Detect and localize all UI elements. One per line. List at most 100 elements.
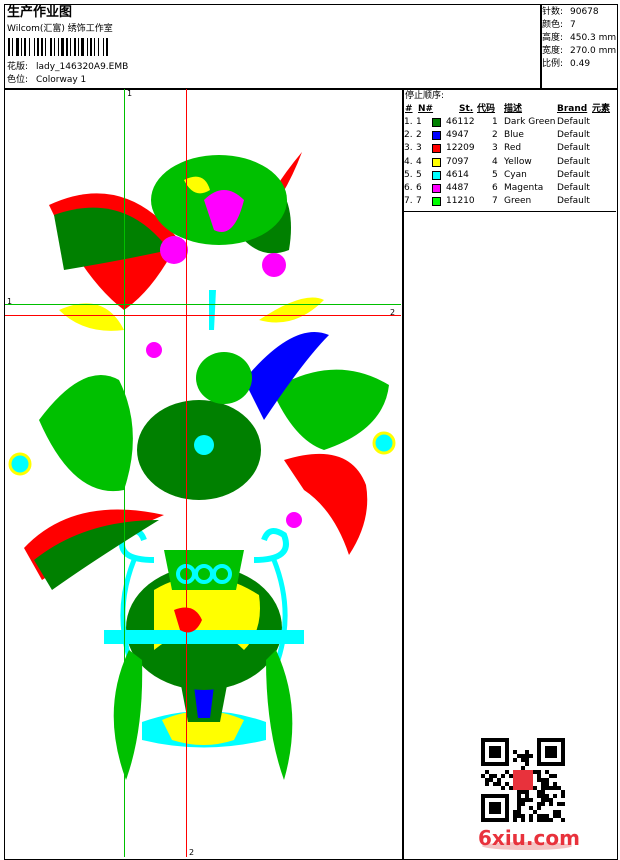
- qr-module: [501, 786, 505, 790]
- qr-module: [493, 746, 497, 750]
- qr-module: [537, 778, 541, 782]
- qr-module: [497, 818, 501, 822]
- barcode-bar: [12, 38, 13, 56]
- color-swatch: [432, 144, 441, 154]
- qr-module: [501, 794, 505, 798]
- col-header-description: 描述: [504, 104, 523, 114]
- qr-module: [521, 754, 525, 758]
- qr-module: [489, 794, 493, 798]
- guide-label-h-red: 2: [390, 308, 396, 317]
- qr-module: [561, 738, 565, 742]
- qr-module: [485, 794, 489, 798]
- qr-module: [517, 802, 521, 806]
- qr-module: [561, 750, 565, 754]
- qr-module: [481, 798, 485, 802]
- qr-module: [489, 746, 493, 750]
- colorway-label: 色位:: [7, 75, 29, 85]
- qr-module: [485, 782, 489, 786]
- qr-module: [513, 758, 517, 762]
- qr-module: [537, 802, 541, 806]
- qr-module: [497, 778, 501, 782]
- qr-module: [501, 762, 505, 766]
- row-stitches: 4947: [446, 130, 469, 141]
- qr-module: [549, 786, 553, 790]
- guide-vertical-red: [186, 89, 187, 857]
- qr-module: [489, 750, 493, 754]
- qr-module: [525, 762, 529, 766]
- qr-module: [505, 782, 509, 786]
- row-description: Blue: [504, 130, 524, 141]
- qr-module: [481, 758, 485, 762]
- stem-cyan: [209, 290, 216, 330]
- qr-module: [493, 774, 497, 778]
- qr-module: [517, 806, 521, 810]
- qr-module: [505, 762, 509, 766]
- qr-module: [541, 782, 545, 786]
- qr-module: [557, 738, 561, 742]
- qr-module: [553, 774, 557, 778]
- guide-vertical-green: [124, 89, 125, 857]
- panel-divider: [403, 211, 616, 212]
- qr-code: [481, 738, 565, 822]
- qr-module: [537, 774, 541, 778]
- color-swatch: [432, 184, 441, 193]
- qr-module: [553, 810, 557, 814]
- row-code: 4: [492, 156, 498, 167]
- barcode-bar: [37, 38, 39, 56]
- qr-module: [481, 806, 485, 810]
- qr-module: [497, 750, 501, 754]
- qr-module: [521, 814, 525, 818]
- qr-module: [505, 810, 509, 814]
- qr-module: [489, 806, 493, 810]
- qr-module: [545, 746, 549, 750]
- qr-module: [537, 754, 541, 758]
- qr-module: [537, 742, 541, 746]
- row-needle: 5: [416, 169, 422, 180]
- qr-module: [517, 810, 521, 814]
- guide-horizontal-green: [5, 304, 401, 305]
- qr-module: [521, 790, 525, 794]
- qr-module: [505, 758, 509, 762]
- qr-module: [541, 778, 545, 782]
- qr-module: [561, 758, 565, 762]
- embroidery-design: [8, 152, 396, 780]
- qr-module: [545, 738, 549, 742]
- qr-module: [541, 802, 545, 806]
- qr-module: [501, 818, 505, 822]
- row-index: 5.: [404, 169, 413, 180]
- row-index: 1.: [404, 117, 413, 127]
- qr-module: [489, 762, 493, 766]
- qr-module: [525, 798, 529, 802]
- magenta-flower-low: [286, 512, 302, 528]
- qr-module: [545, 814, 549, 818]
- barcode-bar: [94, 38, 95, 56]
- qr-module: [505, 754, 509, 758]
- barcode-bar: [87, 38, 88, 56]
- qr-module: [549, 802, 553, 806]
- barcode-bar: [74, 38, 76, 56]
- barcode-bar: [34, 38, 35, 56]
- qr-module: [505, 814, 509, 818]
- qr-module: [509, 786, 513, 790]
- barcode-bar: [78, 38, 79, 56]
- leaf-bottom-left: [113, 650, 143, 780]
- qr-module: [489, 754, 493, 758]
- company-name: Wilcom(汇富) 绣饰工作室: [7, 24, 113, 34]
- qr-module: [513, 818, 517, 822]
- row-needle: 7: [416, 196, 422, 207]
- qr-module: [481, 814, 485, 818]
- qr-module: [513, 750, 517, 754]
- col-header-code: 代码: [477, 104, 496, 114]
- row-needle: 6: [416, 183, 422, 193]
- qr-module: [497, 794, 501, 798]
- watermark-text: 6xiu.com: [478, 826, 580, 850]
- qr-module: [537, 794, 541, 798]
- qr-module: [485, 778, 489, 782]
- qr-module: [561, 818, 565, 822]
- qr-module: [537, 790, 541, 794]
- qr-module: [481, 818, 485, 822]
- qr-module: [537, 818, 541, 822]
- barcode-bar: [61, 38, 64, 56]
- qr-module: [505, 802, 509, 806]
- row-brand: Default: [557, 117, 590, 127]
